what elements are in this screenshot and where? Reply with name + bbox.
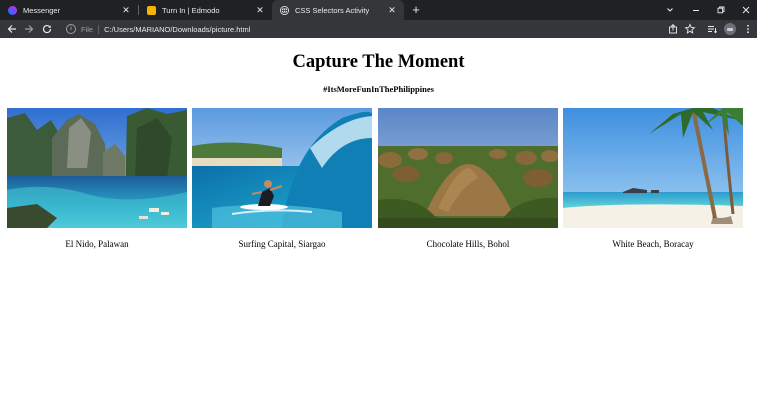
- close-icon[interactable]: ✕: [255, 5, 265, 15]
- forward-arrow-icon[interactable]: [23, 23, 35, 35]
- gallery-caption: Surfing Capital, Siargao: [238, 239, 326, 249]
- address-url[interactable]: C:/Users/MARIANO/Downloads/picture.html: [104, 25, 250, 34]
- share-icon[interactable]: [667, 23, 679, 35]
- close-window-icon[interactable]: [740, 4, 752, 16]
- tab-search-icon[interactable]: [664, 4, 676, 16]
- menu-kebab-icon[interactable]: [742, 23, 754, 35]
- address-bar[interactable]: i File C:/Users/MARIANO/Downloads/pictur…: [58, 22, 658, 36]
- surfer-photo: [192, 108, 372, 228]
- hills-photo: [378, 108, 558, 228]
- reload-icon[interactable]: [41, 23, 53, 35]
- page-subtitle: #ItsMoreFunInThePhilippines: [323, 84, 434, 94]
- restore-icon[interactable]: [715, 4, 727, 16]
- gallery-caption: Chocolate Hills, Bohol: [426, 239, 510, 249]
- messenger-icon: [8, 5, 17, 15]
- minimize-icon[interactable]: [690, 4, 702, 16]
- gallery-card: Surfing Capital, Siargao: [192, 108, 372, 249]
- address-divider: [98, 24, 100, 34]
- page-viewport: Capture The Moment #ItsMoreFunInThePhili…: [0, 38, 757, 403]
- info-icon[interactable]: i: [66, 24, 76, 34]
- page-title: Capture The Moment: [292, 52, 465, 72]
- profile-avatar-icon[interactable]: [724, 23, 736, 35]
- tab-title: Messenger: [23, 5, 61, 15]
- gallery-caption: El Nido, Palawan: [65, 239, 129, 249]
- gallery-card: Chocolate Hills, Bohol: [378, 108, 558, 249]
- back-arrow-icon[interactable]: [6, 23, 18, 35]
- tab-edmodo[interactable]: Turn In | Edmodo ✕: [139, 0, 272, 20]
- tab-title: CSS Selectors Activity: [295, 5, 370, 15]
- bookmark-star-icon[interactable]: [684, 23, 696, 35]
- tab-css-selectors-activity[interactable]: CSS Selectors Activity ✕: [272, 0, 404, 20]
- tab-title: Turn In | Edmodo: [162, 5, 220, 15]
- gallery-card: El Nido, Palawan: [7, 108, 187, 249]
- browser-toolbar: i File C:/Users/MARIANO/Downloads/pictur…: [0, 20, 757, 38]
- address-scheme-label: File: [81, 24, 94, 34]
- close-icon[interactable]: ✕: [121, 5, 131, 15]
- tab-strip: Messenger ✕ Turn In | Edmodo ✕ CSS Selec…: [0, 0, 757, 20]
- gallery-card: White Beach, Boracay: [563, 108, 743, 249]
- new-tab-button[interactable]: +: [409, 3, 423, 17]
- edmodo-icon: [147, 5, 156, 15]
- gallery-caption: White Beach, Boracay: [612, 239, 694, 249]
- close-icon[interactable]: ✕: [387, 5, 397, 15]
- tab-messenger[interactable]: Messenger ✕: [0, 0, 138, 20]
- beach-photo: [563, 108, 743, 228]
- reading-list-icon[interactable]: [706, 23, 718, 35]
- lagoon-photo: [7, 108, 187, 228]
- globe-icon: [280, 5, 289, 15]
